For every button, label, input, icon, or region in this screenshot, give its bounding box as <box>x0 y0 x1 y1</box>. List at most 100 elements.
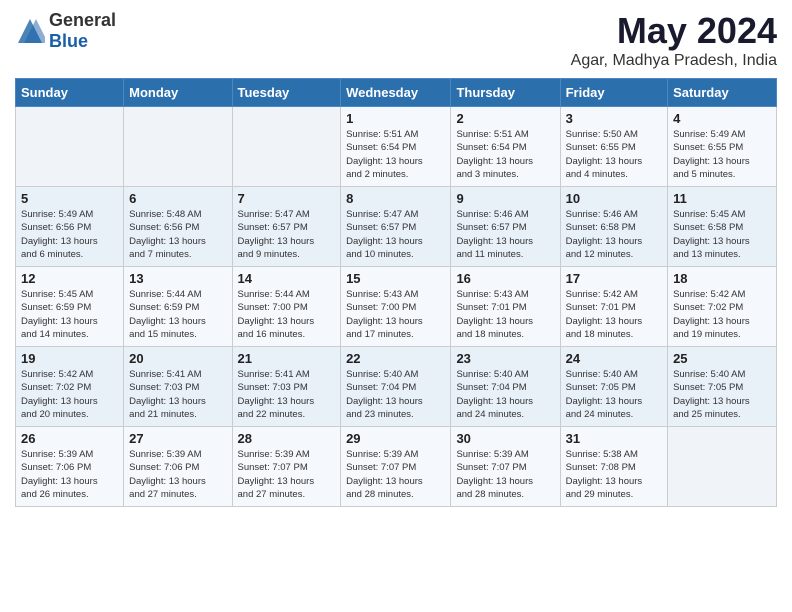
calendar-cell: 12 Sunrise: 5:45 AM Sunset: 6:59 PM Dayli… <box>16 267 124 347</box>
day-number: 4 <box>673 111 771 126</box>
logo-text-blue: Blue <box>49 31 88 51</box>
cell-info: Sunrise: 5:46 AM Sunset: 6:57 PM Dayligh… <box>456 208 554 261</box>
calendar-cell: 3Sunrise: 5:50 AM Sunset: 6:55 PM Daylig… <box>560 107 667 187</box>
calendar-table: SundayMondayTuesdayWednesdayThursdayFrid… <box>15 78 777 507</box>
day-number: 16 <box>456 271 554 286</box>
day-number: 7 <box>238 191 336 206</box>
day-number: 11 <box>673 191 771 206</box>
day-number: 24 <box>566 351 662 366</box>
logo-text-general: General <box>49 10 116 30</box>
calendar-week-row: 12 Sunrise: 5:45 AM Sunset: 6:59 PM Dayli… <box>16 267 777 347</box>
cell-info: Sunrise: 5:38 AM Sunset: 7:08 PM Dayligh… <box>566 448 662 501</box>
calendar-cell: 4Sunrise: 5:49 AM Sunset: 6:55 PM Daylig… <box>668 107 777 187</box>
cell-info: Sunrise: 5:44 AM Sunset: 6:59 PM Dayligh… <box>129 288 226 341</box>
logo-icon <box>15 16 45 46</box>
calendar-cell: 17Sunrise: 5:42 AM Sunset: 7:01 PM Dayli… <box>560 267 667 347</box>
location-title: Agar, Madhya Pradesh, India <box>571 52 777 70</box>
day-number: 14 <box>238 271 336 286</box>
calendar-cell: 13 Sunrise: 5:44 AM Sunset: 6:59 PM Dayli… <box>124 267 232 347</box>
calendar-cell: 8 Sunrise: 5:47 AM Sunset: 6:57 PM Daylig… <box>341 187 451 267</box>
day-number: 8 <box>346 191 445 206</box>
day-number: 10 <box>566 191 662 206</box>
day-number: 18 <box>673 271 771 286</box>
weekday-header-saturday: Saturday <box>668 79 777 107</box>
day-number: 5 <box>21 191 118 206</box>
cell-info: Sunrise: 5:51 AM Sunset: 6:54 PM Dayligh… <box>346 128 445 181</box>
cell-info: Sunrise: 5:46 AM Sunset: 6:58 PM Dayligh… <box>566 208 662 261</box>
weekday-header-monday: Monday <box>124 79 232 107</box>
day-number: 25 <box>673 351 771 366</box>
weekday-header-row: SundayMondayTuesdayWednesdayThursdayFrid… <box>16 79 777 107</box>
cell-info: Sunrise: 5:42 AM Sunset: 7:01 PM Dayligh… <box>566 288 662 341</box>
calendar-cell: 9 Sunrise: 5:46 AM Sunset: 6:57 PM Daylig… <box>451 187 560 267</box>
calendar-cell: 6 Sunrise: 5:48 AM Sunset: 6:56 PM Daylig… <box>124 187 232 267</box>
calendar-cell: 31Sunrise: 5:38 AM Sunset: 7:08 PM Dayli… <box>560 427 667 507</box>
cell-info: Sunrise: 5:47 AM Sunset: 6:57 PM Dayligh… <box>346 208 445 261</box>
calendar-cell: 15 Sunrise: 5:43 AM Sunset: 7:00 PM Dayli… <box>341 267 451 347</box>
day-number: 23 <box>456 351 554 366</box>
day-number: 9 <box>456 191 554 206</box>
cell-info: Sunrise: 5:41 AM Sunset: 7:03 PM Dayligh… <box>238 368 336 421</box>
calendar-cell: 23 Sunrise: 5:40 AM Sunset: 7:04 PM Dayli… <box>451 347 560 427</box>
cell-info: Sunrise: 5:39 AM Sunset: 7:06 PM Dayligh… <box>21 448 118 501</box>
weekday-header-sunday: Sunday <box>16 79 124 107</box>
day-number: 28 <box>238 431 336 446</box>
calendar-cell: 2 Sunrise: 5:51 AM Sunset: 6:54 PM Daylig… <box>451 107 560 187</box>
day-number: 13 <box>129 271 226 286</box>
day-number: 19 <box>21 351 118 366</box>
logo: General Blue <box>15 10 116 52</box>
calendar-week-row: 19 Sunrise: 5:42 AM Sunset: 7:02 PM Dayli… <box>16 347 777 427</box>
day-number: 12 <box>21 271 118 286</box>
calendar-cell: 27 Sunrise: 5:39 AM Sunset: 7:06 PM Dayli… <box>124 427 232 507</box>
cell-info: Sunrise: 5:40 AM Sunset: 7:04 PM Dayligh… <box>456 368 554 421</box>
calendar-week-row: 26Sunrise: 5:39 AM Sunset: 7:06 PM Dayli… <box>16 427 777 507</box>
cell-info: Sunrise: 5:39 AM Sunset: 7:07 PM Dayligh… <box>346 448 445 501</box>
month-title: May 2024 <box>571 10 777 52</box>
weekday-header-tuesday: Tuesday <box>232 79 341 107</box>
calendar-cell: 18Sunrise: 5:42 AM Sunset: 7:02 PM Dayli… <box>668 267 777 347</box>
cell-info: Sunrise: 5:40 AM Sunset: 7:04 PM Dayligh… <box>346 368 445 421</box>
calendar-cell: 20 Sunrise: 5:41 AM Sunset: 7:03 PM Dayli… <box>124 347 232 427</box>
day-number: 20 <box>129 351 226 366</box>
day-number: 2 <box>456 111 554 126</box>
calendar-cell: 7Sunrise: 5:47 AM Sunset: 6:57 PM Daylig… <box>232 187 341 267</box>
calendar-cell <box>232 107 341 187</box>
calendar-cell: 29 Sunrise: 5:39 AM Sunset: 7:07 PM Dayli… <box>341 427 451 507</box>
day-number: 15 <box>346 271 445 286</box>
cell-info: Sunrise: 5:43 AM Sunset: 7:00 PM Dayligh… <box>346 288 445 341</box>
calendar-cell: 28 Sunrise: 5:39 AM Sunset: 7:07 PM Dayli… <box>232 427 341 507</box>
calendar-cell: 10 Sunrise: 5:46 AM Sunset: 6:58 PM Dayli… <box>560 187 667 267</box>
cell-info: Sunrise: 5:42 AM Sunset: 7:02 PM Dayligh… <box>21 368 118 421</box>
calendar-cell: 21 Sunrise: 5:41 AM Sunset: 7:03 PM Dayli… <box>232 347 341 427</box>
cell-info: Sunrise: 5:49 AM Sunset: 6:56 PM Dayligh… <box>21 208 118 261</box>
calendar-cell: 25 Sunrise: 5:40 AM Sunset: 7:05 PM Dayli… <box>668 347 777 427</box>
day-number: 1 <box>346 111 445 126</box>
calendar-cell <box>16 107 124 187</box>
day-number: 3 <box>566 111 662 126</box>
cell-info: Sunrise: 5:51 AM Sunset: 6:54 PM Dayligh… <box>456 128 554 181</box>
cell-info: Sunrise: 5:43 AM Sunset: 7:01 PM Dayligh… <box>456 288 554 341</box>
cell-info: Sunrise: 5:40 AM Sunset: 7:05 PM Dayligh… <box>673 368 771 421</box>
calendar-cell: 19 Sunrise: 5:42 AM Sunset: 7:02 PM Dayli… <box>16 347 124 427</box>
cell-info: Sunrise: 5:39 AM Sunset: 7:07 PM Dayligh… <box>456 448 554 501</box>
calendar-cell: 5 Sunrise: 5:49 AM Sunset: 6:56 PM Daylig… <box>16 187 124 267</box>
day-number: 27 <box>129 431 226 446</box>
calendar-cell: 22 Sunrise: 5:40 AM Sunset: 7:04 PM Dayli… <box>341 347 451 427</box>
day-number: 21 <box>238 351 336 366</box>
calendar-cell <box>124 107 232 187</box>
day-number: 30 <box>456 431 554 446</box>
calendar-cell: 11Sunrise: 5:45 AM Sunset: 6:58 PM Dayli… <box>668 187 777 267</box>
day-number: 29 <box>346 431 445 446</box>
day-number: 22 <box>346 351 445 366</box>
cell-info: Sunrise: 5:48 AM Sunset: 6:56 PM Dayligh… <box>129 208 226 261</box>
calendar-cell: 14 Sunrise: 5:44 AM Sunset: 7:00 PM Dayli… <box>232 267 341 347</box>
day-number: 6 <box>129 191 226 206</box>
calendar-cell: 24 Sunrise: 5:40 AM Sunset: 7:05 PM Dayli… <box>560 347 667 427</box>
cell-info: Sunrise: 5:45 AM Sunset: 6:59 PM Dayligh… <box>21 288 118 341</box>
cell-info: Sunrise: 5:44 AM Sunset: 7:00 PM Dayligh… <box>238 288 336 341</box>
cell-info: Sunrise: 5:40 AM Sunset: 7:05 PM Dayligh… <box>566 368 662 421</box>
cell-info: Sunrise: 5:41 AM Sunset: 7:03 PM Dayligh… <box>129 368 226 421</box>
weekday-header-friday: Friday <box>560 79 667 107</box>
cell-info: Sunrise: 5:39 AM Sunset: 7:07 PM Dayligh… <box>238 448 336 501</box>
cell-info: Sunrise: 5:39 AM Sunset: 7:06 PM Dayligh… <box>129 448 226 501</box>
